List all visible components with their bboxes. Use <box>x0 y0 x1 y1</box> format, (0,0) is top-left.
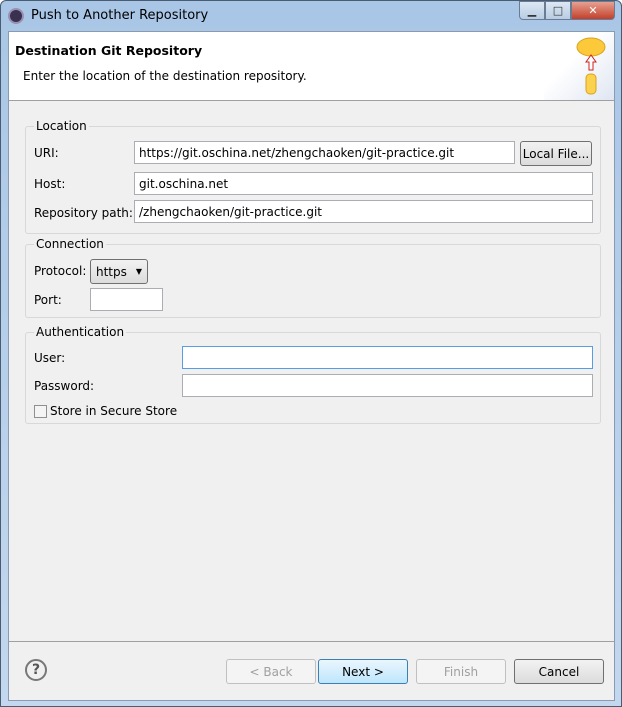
back-button[interactable]: < Back <box>226 659 316 684</box>
finish-button[interactable]: Finish <box>416 659 506 684</box>
close-button[interactable]: ✕ <box>571 1 615 20</box>
host-label: Host: <box>34 177 66 191</box>
uri-label: URI: <box>34 146 59 160</box>
protocol-value: https <box>96 264 127 279</box>
password-label: Password: <box>34 379 95 393</box>
eclipse-app-icon <box>8 8 24 24</box>
store-secure-label[interactable]: Store in Secure Store <box>50 404 177 418</box>
connection-group-label: Connection <box>34 237 106 251</box>
user-label: User: <box>34 351 66 365</box>
port-input[interactable] <box>90 288 163 311</box>
push-cloud-icon <box>544 32 614 100</box>
next-button[interactable]: Next > <box>318 659 408 684</box>
local-file-button[interactable]: Local File... <box>520 141 592 166</box>
title-bar: Push to Another Repository ▁ □ ✕ <box>1 1 621 31</box>
wizard-header: Destination Git Repository Enter the loc… <box>9 32 614 101</box>
authentication-group-label: Authentication <box>34 325 127 339</box>
cancel-button[interactable]: Cancel <box>514 659 604 684</box>
password-input[interactable] <box>182 374 593 397</box>
port-label: Port: <box>34 293 62 307</box>
maximize-button[interactable]: □ <box>545 1 571 20</box>
dropdown-arrow-icon: ▼ <box>135 267 142 276</box>
protocol-select[interactable]: https ▼ <box>90 259 148 284</box>
uri-input[interactable] <box>134 141 515 164</box>
authentication-group: Authentication User: Password: Store in … <box>25 325 601 424</box>
user-input[interactable] <box>182 346 593 369</box>
host-input[interactable] <box>134 172 593 195</box>
help-icon[interactable]: ? <box>25 659 47 681</box>
window-title: Push to Another Repository <box>31 8 209 23</box>
footer-separator <box>9 641 614 642</box>
connection-group: Connection Protocol: https ▼ Port: <box>25 237 601 318</box>
dialog-window: Push to Another Repository ▁ □ ✕ Destina… <box>0 0 622 707</box>
repository-path-label: Repository path: <box>34 206 133 220</box>
page-title: Destination Git Repository <box>15 43 203 58</box>
store-secure-checkbox[interactable] <box>34 405 47 418</box>
location-group: Location URI: Local File... Host: Reposi… <box>25 119 601 234</box>
minimize-button[interactable]: ▁ <box>519 1 545 20</box>
protocol-label: Protocol: <box>34 264 87 278</box>
page-description: Enter the location of the destination re… <box>23 69 307 83</box>
location-group-label: Location <box>34 119 89 133</box>
repository-path-input[interactable] <box>134 200 593 223</box>
